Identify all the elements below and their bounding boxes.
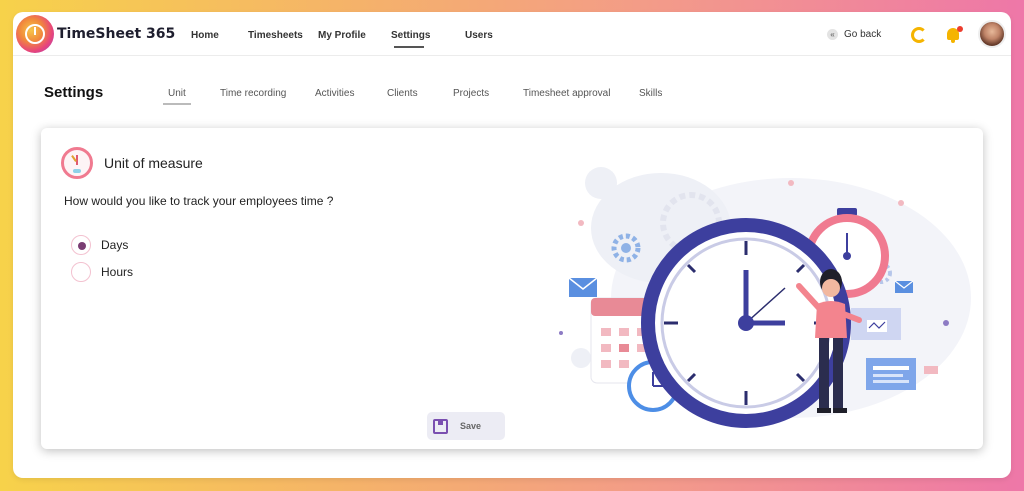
save-icon (433, 418, 448, 434)
notifications-button[interactable] (945, 26, 963, 44)
page-title: Settings (44, 84, 104, 101)
notification-dot (957, 26, 963, 32)
app-window: TimeSheet 365 Home Timesheets My Profile… (13, 12, 1011, 478)
logo[interactable] (16, 15, 54, 53)
radio-option-hours[interactable]: Hours (71, 262, 133, 282)
mail-icon (568, 277, 598, 297)
bell-clapper (951, 40, 955, 43)
nav-my-profile[interactable]: My Profile (318, 30, 366, 41)
unit-settings-card: Unit of measure How would you like to tr… (41, 128, 983, 449)
go-back-button[interactable]: « Go back (827, 29, 881, 40)
tab-skills[interactable]: Skills (639, 88, 662, 99)
save-label: Save (460, 421, 482, 431)
user-avatar[interactable] (978, 20, 1006, 48)
document-card-icon (866, 358, 916, 390)
tab-time-recording[interactable]: Time recording (220, 88, 286, 99)
tab-projects[interactable]: Projects (453, 88, 489, 99)
stopwatch-base (73, 169, 81, 173)
nav-users[interactable]: Users (465, 30, 493, 41)
tab-clients[interactable]: Clients (387, 88, 418, 99)
chart-card-icon (851, 308, 901, 340)
tab-activities[interactable]: Activities (315, 88, 354, 99)
nav-settings[interactable]: Settings (391, 30, 430, 41)
brand-name: TimeSheet 365 (57, 26, 176, 42)
time-tracking-illustration (559, 167, 971, 428)
nav-home[interactable]: Home (191, 30, 219, 41)
question-text: How would you like to track your employe… (64, 194, 334, 208)
tab-active-indicator (163, 103, 191, 105)
save-button[interactable]: Save (427, 412, 505, 440)
go-back-label: Go back (844, 29, 882, 40)
wall-clock-icon (641, 218, 851, 428)
logo-clock-hand (34, 27, 36, 35)
hours-label: Hours (101, 265, 134, 279)
sync-icon[interactable] (911, 27, 927, 43)
card-title: Unit of measure (104, 155, 203, 171)
stopwatch-icon (61, 147, 93, 179)
days-radio[interactable] (71, 235, 91, 255)
nav-timesheets[interactable]: Timesheets (248, 30, 303, 41)
top-nav: TimeSheet 365 Home Timesheets My Profile… (13, 12, 1011, 56)
tab-unit[interactable]: Unit (168, 88, 186, 99)
radio-option-days[interactable]: Days (71, 235, 128, 255)
mail-icon (894, 280, 914, 293)
nav-active-indicator (394, 46, 424, 48)
tab-timesheet-approval[interactable]: Timesheet approval (523, 88, 610, 99)
hours-radio[interactable] (71, 262, 91, 282)
double-chevron-left-icon: « (827, 29, 838, 40)
days-label: Days (101, 238, 129, 252)
